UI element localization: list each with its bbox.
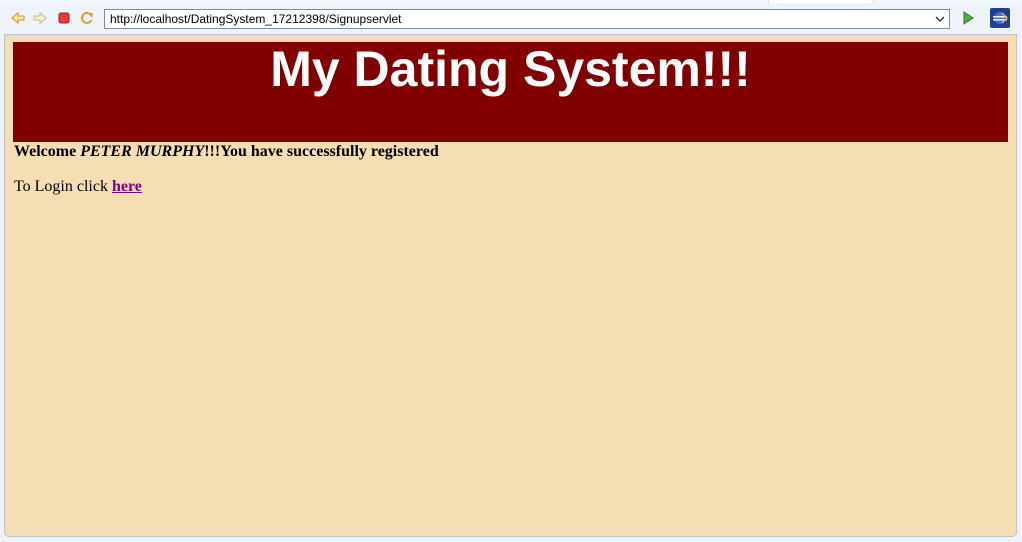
user-name: PETER MURPHY <box>80 143 205 160</box>
welcome-message: Welcome PETER MURPHY!!!You have successf… <box>14 143 439 161</box>
back-button[interactable] <box>8 8 28 28</box>
url-input[interactable] <box>110 11 928 27</box>
stop-icon <box>58 12 70 24</box>
welcome-prefix: Welcome <box>14 143 81 160</box>
go-button[interactable] <box>958 8 978 28</box>
welcome-suffix: !!!You have successfully registered <box>204 143 439 160</box>
eclipse-icon <box>990 8 1010 28</box>
chevron-down-icon <box>935 16 945 22</box>
site-banner: My Dating System!!! <box>13 42 1008 142</box>
browser-toolbar <box>0 4 1022 34</box>
url-history-dropdown[interactable] <box>932 11 948 27</box>
forward-arrow-icon <box>33 11 47 25</box>
login-prefix: To Login click <box>14 178 112 195</box>
page-content: My Dating System!!! Welcome PETER MURPHY… <box>4 34 1017 537</box>
banner-title: My Dating System!!! <box>270 41 751 97</box>
refresh-icon <box>80 11 93 24</box>
browser-window: My Dating System!!! Welcome PETER MURPHY… <box>0 0 1022 542</box>
go-arrow-icon <box>963 11 974 25</box>
back-arrow-icon <box>11 11 25 25</box>
editor-tab[interactable] <box>768 0 874 3</box>
login-prompt: To Login click here <box>14 178 142 196</box>
stop-button[interactable] <box>54 8 74 28</box>
forward-button[interactable] <box>30 8 50 28</box>
login-link[interactable]: here <box>112 178 142 195</box>
refresh-button[interactable] <box>77 8 97 28</box>
address-bar[interactable] <box>104 9 950 29</box>
eclipse-button[interactable] <box>990 8 1010 28</box>
